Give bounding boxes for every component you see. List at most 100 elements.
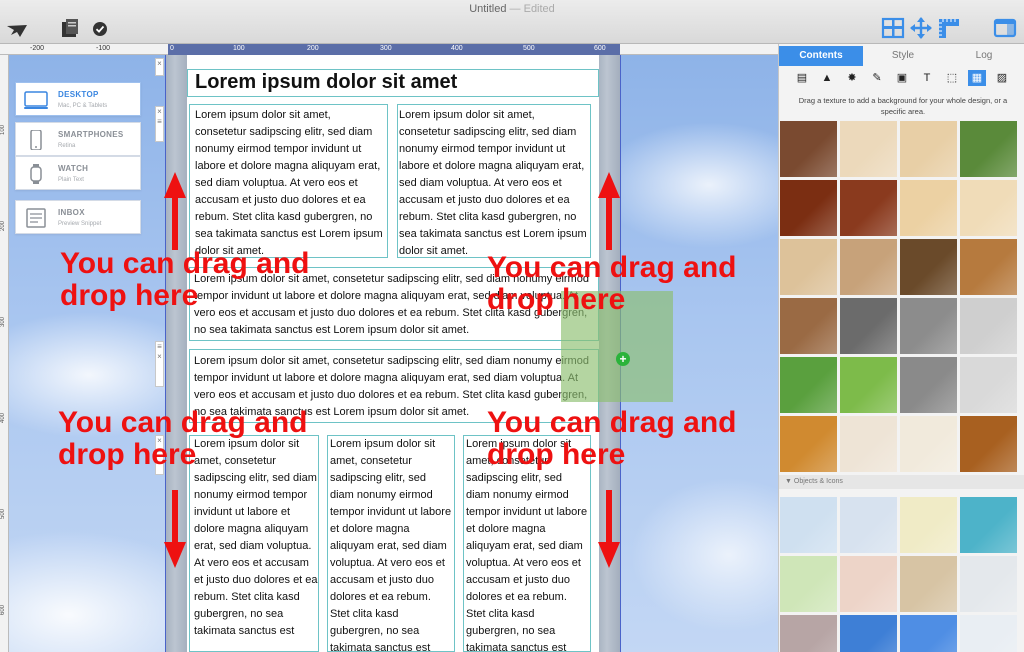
texture-swatch[interactable]	[960, 121, 1017, 177]
texture-swatch[interactable]	[780, 121, 837, 177]
horizontal-ruler[interactable]: -200 -100 0 100 200 300 400 500 600	[0, 44, 778, 55]
texture-swatch[interactable]	[960, 298, 1017, 354]
texture-swatch[interactable]	[840, 298, 897, 354]
brush-icon[interactable]: ✎	[868, 70, 886, 86]
texture-swatch[interactable]	[840, 239, 897, 295]
texture-swatch[interactable]	[900, 121, 957, 177]
texture-swatch[interactable]	[960, 357, 1017, 413]
texture-swatch[interactable]	[780, 357, 837, 413]
texture-swatch[interactable]	[840, 121, 897, 177]
texture-swatch[interactable]	[780, 556, 837, 612]
row-handle[interactable]: × ≡	[155, 106, 164, 142]
texture-swatch[interactable]	[840, 497, 897, 553]
device-name: WATCH	[58, 164, 89, 173]
panel-tabs: Contents Style Log	[779, 46, 1024, 66]
ruler-tick: 600	[594, 45, 606, 52]
email-heading[interactable]: Lorem ipsum dolor sit amet	[195, 71, 457, 94]
objects-icons-section[interactable]: ▼ Objects & Icons	[779, 475, 1024, 489]
device-sub: Plain Text	[58, 177, 84, 183]
smartphone-icon	[30, 130, 42, 150]
device-desktop[interactable]: DESKTOP Mac, PC & Tablets	[15, 82, 141, 116]
triangle-icon[interactable]: ▲	[818, 70, 836, 86]
texture-swatch[interactable]	[780, 298, 837, 354]
ruler-tick: 600	[0, 604, 6, 615]
ruler-tick: 500	[523, 45, 535, 52]
ruler-tick: 100	[233, 45, 245, 52]
selection-icon[interactable]: ⬚	[943, 70, 961, 86]
device-watch[interactable]: WATCH Plain Text	[15, 156, 141, 190]
check-icon[interactable]	[92, 21, 108, 37]
edited-status[interactable]: — Edited	[510, 3, 555, 15]
arrow-down-icon	[598, 490, 620, 568]
device-inbox[interactable]: INBOX Preview Snippet	[15, 200, 141, 234]
texture-swatch[interactable]	[900, 497, 957, 553]
text-icon[interactable]: T	[918, 70, 936, 86]
texture-swatch[interactable]	[780, 497, 837, 553]
row-handle[interactable]: ≡ ×	[155, 341, 164, 387]
texture-icon[interactable]: ▦	[968, 70, 986, 86]
ruler-tick: 0	[170, 45, 174, 52]
ruler-tick: 400	[0, 412, 6, 423]
server-icon[interactable]	[60, 18, 82, 38]
texture-swatch[interactable]	[900, 615, 957, 652]
device-sub: Preview Snippet	[58, 221, 102, 227]
inbox-icon	[26, 208, 46, 228]
ruler-tick: -100	[96, 45, 111, 52]
body-text[interactable]: Lorem ipsum dolor sit amet, consetetur s…	[195, 107, 385, 260]
ruler-tick: 400	[451, 45, 463, 52]
design-canvas[interactable]: DESKTOP Mac, PC & Tablets SMARTPHONES Re…	[9, 55, 778, 652]
body-text[interactable]: Lorem ipsum dolor sit amet, consetetur s…	[330, 436, 452, 652]
arrow-down-icon	[164, 490, 186, 568]
texture-swatch[interactable]	[960, 180, 1017, 236]
button-icon[interactable]: ▣	[893, 70, 911, 86]
tab-contents[interactable]: Contents	[779, 46, 863, 66]
texture-swatch[interactable]	[780, 180, 837, 236]
texture-swatch[interactable]	[960, 416, 1017, 472]
texture-swatch[interactable]	[960, 239, 1017, 295]
tab-log[interactable]: Log	[943, 46, 1024, 66]
texture-swatch[interactable]	[900, 239, 957, 295]
body-text[interactable]: Lorem ipsum dolor sit amet, consetetur s…	[399, 107, 589, 260]
texture-swatch[interactable]	[780, 239, 837, 295]
device-name: INBOX	[58, 208, 85, 217]
vertical-ruler[interactable]: 100 200 300 400 500 600	[0, 55, 9, 652]
badge-icon[interactable]: ✸	[843, 70, 861, 86]
device-smartphones[interactable]: SMARTPHONES Retina	[15, 122, 141, 156]
save-icon[interactable]: ▤	[793, 70, 811, 86]
ruler-tick: 200	[0, 220, 6, 231]
row-handle[interactable]: ×	[155, 58, 164, 76]
texture-swatch[interactable]	[900, 556, 957, 612]
sidebar-icon[interactable]	[993, 18, 1017, 38]
device-name: DESKTOP	[58, 90, 99, 99]
texture-swatch[interactable]	[840, 357, 897, 413]
drop-hint-label: You can drag and drop here	[60, 247, 310, 312]
image-icon[interactable]: ▨	[993, 70, 1011, 86]
texture-swatch[interactable]	[900, 416, 957, 472]
watch-icon	[30, 164, 42, 184]
texture-swatch[interactable]	[960, 556, 1017, 612]
move-icon[interactable]	[909, 17, 933, 39]
texture-swatch[interactable]	[840, 615, 897, 652]
texture-swatch[interactable]	[840, 556, 897, 612]
texture-swatch[interactable]	[780, 615, 837, 652]
texture-swatch[interactable]	[960, 615, 1017, 652]
texture-swatch[interactable]	[840, 180, 897, 236]
ruler-tick: 300	[380, 45, 392, 52]
texture-swatch[interactable]	[900, 357, 957, 413]
texture-swatch[interactable]	[960, 497, 1017, 553]
arrow-up-icon	[164, 172, 186, 250]
ruler-tick: 200	[307, 45, 319, 52]
texture-swatch[interactable]	[780, 416, 837, 472]
preview-icon[interactable]	[6, 24, 28, 38]
ruler-icon[interactable]	[937, 17, 961, 39]
layout-icon[interactable]	[881, 17, 905, 39]
tab-style[interactable]: Style	[863, 46, 943, 66]
drop-hint-label: You can drag and drop here	[487, 406, 737, 471]
texture-swatch[interactable]	[900, 180, 957, 236]
drop-hint-label: You can drag and drop here	[487, 251, 737, 316]
window-title: Untitled — Edited	[469, 3, 555, 15]
ruler-tick: 300	[0, 316, 6, 327]
texture-swatch[interactable]	[900, 298, 957, 354]
texture-swatch[interactable]	[840, 416, 897, 472]
add-badge-icon: +	[616, 352, 630, 366]
